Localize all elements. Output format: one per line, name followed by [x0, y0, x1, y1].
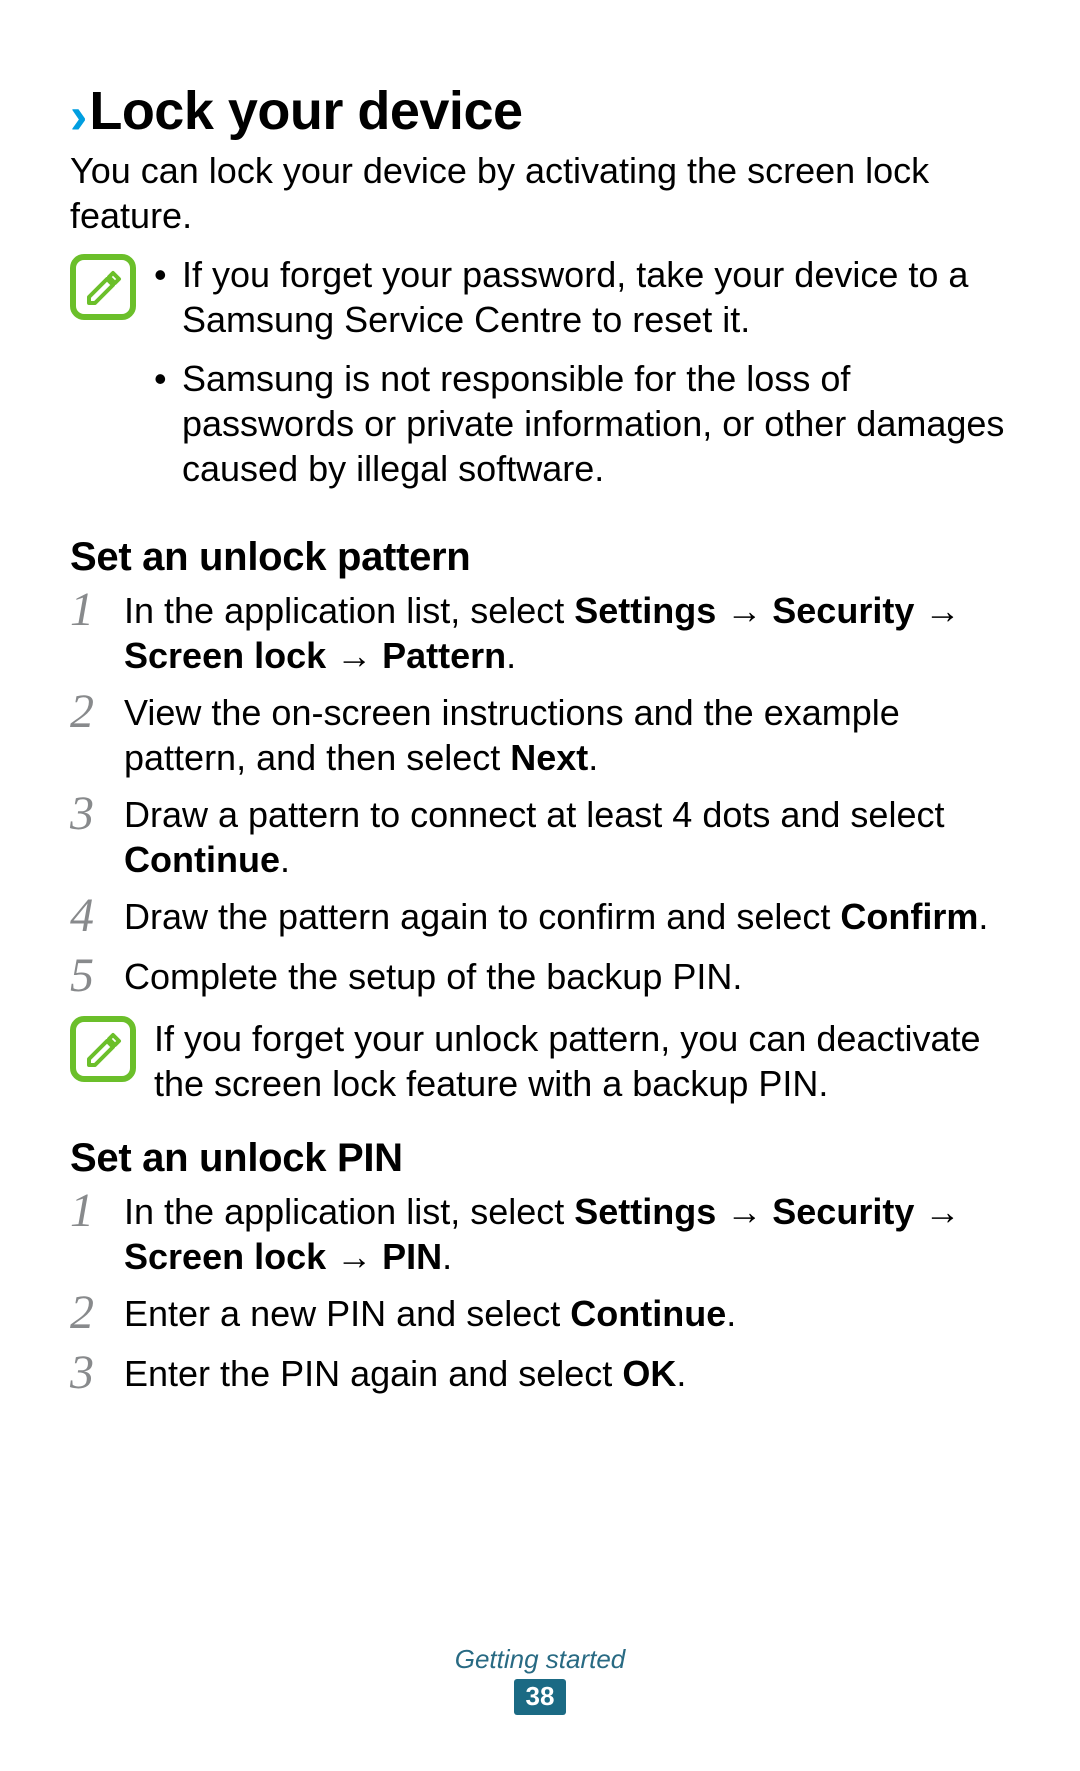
step-number: 4	[70, 892, 104, 940]
step-text-pre: Enter a new PIN and select	[124, 1293, 570, 1334]
step-text-bold: Continue	[124, 839, 280, 880]
step-text: In the application list, select Settings…	[124, 1189, 1010, 1279]
step-text: Draw the pattern again to confirm and se…	[124, 894, 1010, 939]
note-bullet-list: If you forget your password, take your d…	[154, 252, 1010, 505]
step-row: 4 Draw the pattern again to confirm and …	[70, 894, 1010, 942]
step-text-pre: Draw a pattern to connect at least 4 dot…	[124, 794, 944, 835]
note-bullet-item: If you forget your password, take your d…	[154, 252, 1010, 342]
note-text: If you forget your unlock pattern, you c…	[154, 1014, 1010, 1106]
step-row: 3 Enter the PIN again and select OK.	[70, 1351, 1010, 1399]
step-text-bold: Continue	[570, 1293, 726, 1334]
step-text: Enter the PIN again and select OK.	[124, 1351, 1010, 1396]
step-text-pre: In the application list, select	[124, 1191, 574, 1232]
chevron-right-icon: ›	[70, 90, 87, 142]
section-title: Lock your device	[89, 80, 522, 142]
step-row: 1 In the application list, select Settin…	[70, 588, 1010, 678]
page-number-badge: 38	[514, 1679, 567, 1715]
step-number: 5	[70, 952, 104, 1000]
step-text-post: .	[280, 839, 290, 880]
step-text-post: .	[442, 1236, 452, 1277]
step-text-post: .	[726, 1293, 736, 1334]
step-row: 2 View the on-screen instructions and th…	[70, 690, 1010, 780]
note-block-1: If you forget your password, take your d…	[70, 252, 1010, 505]
step-number: 3	[70, 790, 104, 838]
step-text: In the application list, select Settings…	[124, 588, 1010, 678]
footer-section-label: Getting started	[0, 1644, 1080, 1675]
step-number: 1	[70, 1187, 104, 1235]
step-text-bold: OK	[622, 1353, 676, 1394]
step-row: 2 Enter a new PIN and select Continue.	[70, 1291, 1010, 1339]
step-number: 1	[70, 586, 104, 634]
step-text-post: .	[506, 635, 516, 676]
note-icon	[70, 254, 136, 320]
step-row: 5 Complete the setup of the backup PIN.	[70, 954, 1010, 1002]
step-text-pre: Enter the PIN again and select	[124, 1353, 622, 1394]
step-text: View the on-screen instructions and the …	[124, 690, 1010, 780]
step-text-post: .	[676, 1353, 686, 1394]
step-text: Enter a new PIN and select Continue.	[124, 1291, 1010, 1336]
sub-heading-pattern: Set an unlock pattern	[70, 535, 1010, 580]
step-text: Complete the setup of the backup PIN.	[124, 954, 1010, 999]
step-text-pre: In the application list, select	[124, 590, 574, 631]
step-text-post: .	[588, 737, 598, 778]
step-text: Draw a pattern to connect at least 4 dot…	[124, 792, 1010, 882]
step-row: 1 In the application list, select Settin…	[70, 1189, 1010, 1279]
pencil-note-icon	[83, 1029, 123, 1069]
step-text-bold: Next	[510, 737, 588, 778]
section-title-row: › Lock your device	[70, 80, 1010, 148]
step-number: 2	[70, 1289, 104, 1337]
step-text-bold: Confirm	[840, 896, 978, 937]
note-block-2: If you forget your unlock pattern, you c…	[70, 1014, 1010, 1106]
step-number: 2	[70, 688, 104, 736]
document-page: › Lock your device You can lock your dev…	[0, 0, 1080, 1771]
pencil-note-icon	[83, 267, 123, 307]
step-text-pre: Draw the pattern again to confirm and se…	[124, 896, 840, 937]
step-number: 3	[70, 1349, 104, 1397]
step-text-post: .	[978, 896, 988, 937]
sub-heading-pin: Set an unlock PIN	[70, 1136, 1010, 1181]
note-bullet-item: Samsung is not responsible for the loss …	[154, 356, 1010, 491]
page-footer: Getting started 38	[0, 1644, 1080, 1715]
note-icon	[70, 1016, 136, 1082]
step-row: 3 Draw a pattern to connect at least 4 d…	[70, 792, 1010, 882]
intro-text: You can lock your device by activating t…	[70, 148, 1010, 238]
